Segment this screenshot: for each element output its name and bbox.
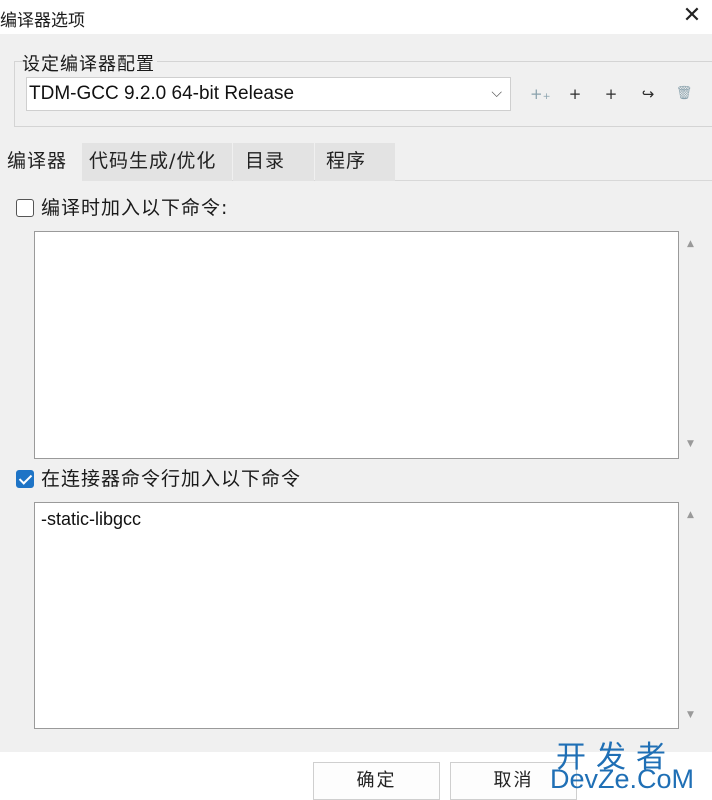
chevron-down-icon: ⌵	[491, 85, 502, 101]
tab-directories[interactable]: 目录	[233, 143, 314, 181]
ok-button[interactable]: 确定	[313, 762, 440, 800]
add-config-button[interactable]: +	[565, 84, 585, 104]
compiler-config-select[interactable]: TDM-GCC 9.2.0 64-bit Release ⌵	[26, 77, 511, 111]
add-config-button-2[interactable]: +	[601, 84, 621, 104]
compiler-config-legend: 设定编译器配置	[22, 50, 157, 76]
linker-commands-textarea[interactable]: -static-libgcc	[34, 502, 679, 729]
redo-arrow-icon[interactable]: ↪	[638, 84, 658, 104]
compile-commands-textarea[interactable]	[34, 231, 679, 459]
add-multiple-icon[interactable]: +₊	[530, 84, 551, 104]
window-title: 编译器选项	[0, 11, 85, 31]
compile-commands-checkbox[interactable]	[16, 199, 34, 217]
tab-compiler[interactable]: 编译器	[0, 143, 82, 181]
scroll-down-icon[interactable]: ▼	[687, 710, 694, 720]
compiler-config-value: TDM-GCC 9.2.0 64-bit Release	[29, 83, 295, 104]
compile-commands-label: 编译时加入以下命令:	[41, 197, 229, 219]
linker-commands-label: 在连接器命令行加入以下命令	[41, 468, 302, 490]
linker-commands-scrollbar[interactable]: ▲ ▼	[681, 502, 703, 729]
compile-commands-scrollbar[interactable]: ▲ ▼	[681, 231, 703, 459]
scroll-up-icon[interactable]: ▲	[687, 510, 694, 520]
scroll-up-icon[interactable]: ▲	[687, 239, 694, 249]
watermark-logo: 开发者 DevZe.CoM	[550, 732, 710, 798]
tab-codegen-optimize[interactable]: 代码生成/优化	[82, 143, 232, 181]
close-icon[interactable]: ✕	[678, 2, 706, 30]
watermark-bottom-text: DevZe.CoM	[550, 764, 695, 794]
scroll-down-icon[interactable]: ▼	[687, 439, 694, 449]
tab-bar: 编译器 代码生成/优化 目录 程序	[0, 143, 712, 181]
linker-commands-checkbox[interactable]	[16, 470, 34, 488]
title-bar: 编译器选项 ✕	[0, 0, 712, 34]
trash-icon[interactable]: 🗑	[674, 84, 694, 104]
tab-programs[interactable]: 程序	[315, 143, 395, 181]
